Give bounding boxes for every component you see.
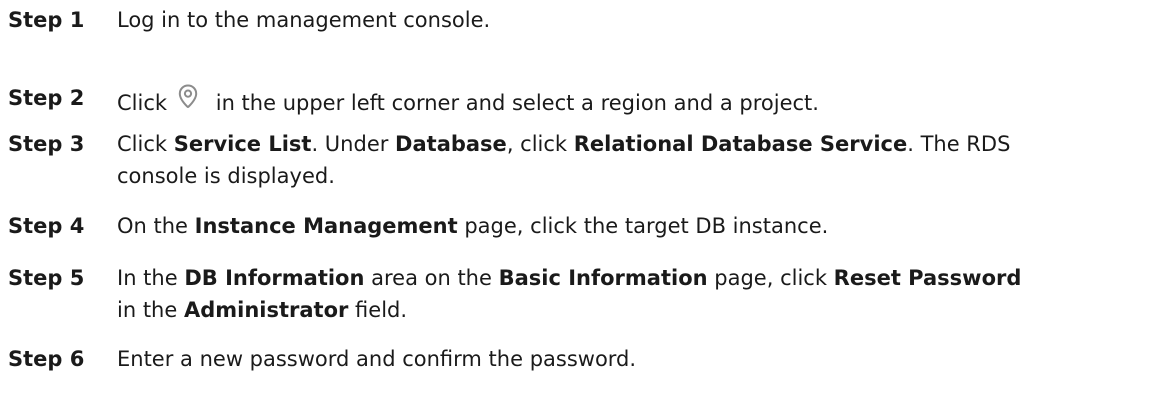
ui-term-administrator: Administrator [183,298,349,322]
step-text-segment: . The RDS [907,132,1011,156]
step-text-segment: In the [117,266,185,290]
step-text-segment: area on the [364,266,499,290]
step-text-segment: in the upper left corner and select a re… [215,91,819,115]
step-text-segment: Enter a new password and confirm the pas… [117,347,637,371]
step-text-segment: Click [117,132,174,156]
step-text-segment: page, click [707,266,834,290]
step-number: Step 2 [8,86,85,110]
step-text: In the DB Information area on the Basic … [117,262,1021,294]
step-text-segment: On the [117,214,195,238]
ui-term-database: Database [395,132,507,156]
step-text: Enter a new password and confirm the pas… [117,343,636,375]
ui-term-instance-management: Instance Management [194,214,458,238]
ui-term-basic-information: Basic Information [498,266,708,290]
step-text-segment: in the [117,298,184,322]
step-number: Step 5 [8,266,85,290]
step-number: Step 1 [8,8,85,32]
step-text-segment: . Under [311,132,396,156]
ui-term-rds: Relational Database Service [573,132,908,156]
step-text: Log in to the management console. [117,4,490,36]
ui-term-service-list: Service List [173,132,312,156]
step-text-segment: Click [117,91,168,115]
step-text-line-2: in the Administrator field. [117,294,407,326]
step-text-segment: , click [506,132,574,156]
step-text-segment: field. [348,298,408,322]
step-text-segment: Log in to the management console. [117,8,491,32]
ui-term-db-information: DB Information [184,266,365,290]
step-number: Step 3 [8,132,85,156]
step-text-segment: page, click the target DB instance. [457,214,829,238]
location-pin-icon [173,82,203,112]
ui-term-reset-password: Reset Password [833,266,1022,290]
step-text-line-2: console is displayed. [117,164,335,188]
step-number: Step 4 [8,214,85,238]
step-number: Step 6 [8,347,85,371]
step-text: Click Service List. Under Database, clic… [117,128,1010,160]
step-text: Click in the upper left corner and selec… [117,82,819,119]
step-text: On the Instance Management page, click t… [117,210,828,242]
